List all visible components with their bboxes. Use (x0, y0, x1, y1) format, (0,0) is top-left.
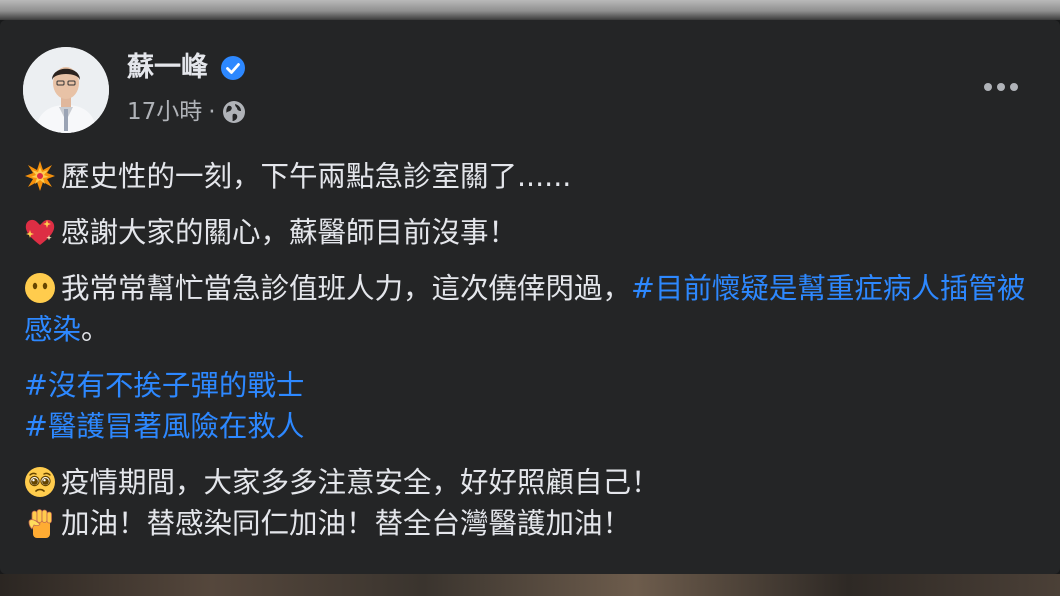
more-options-icon (997, 83, 1005, 91)
hashtag-link[interactable]: #醫護冒著風險在救人 (24, 410, 304, 443)
closing-line-2: 加油！替感染同仁加油！替全台灣醫護加油！ (61, 507, 632, 540)
author-name[interactable]: 蘇一峰 (127, 50, 208, 86)
post-timestamp[interactable]: 17小時 (127, 96, 202, 128)
paragraph-3-text: 我常常幫忙當急診值班人力，這次僥倖閃過， (61, 272, 632, 305)
more-options-button[interactable] (978, 72, 1024, 102)
verified-badge-icon (220, 55, 246, 81)
post-body: 歷史性的一刻，下午兩點急診室關了...... 感謝大家的關心，蘇醫師目前沒事！ (24, 156, 1044, 559)
background-photo-bottom (0, 574, 1060, 596)
hashtag-block: #沒有不挨子彈的戰士 #醫護冒著風險在救人 (24, 365, 1044, 447)
sparkling-heart-emoji (24, 216, 56, 248)
paragraph-1-text: 歷史性的一刻，下午兩點急診室關了...... (61, 160, 572, 193)
pleading-face-emoji (24, 466, 56, 498)
avatar[interactable] (23, 47, 109, 133)
no-mouth-face-emoji (24, 272, 56, 304)
author-row: 蘇一峰 (127, 50, 246, 86)
globe-icon[interactable] (222, 100, 246, 124)
background-photo-top (0, 0, 1060, 20)
post-meta: 17小時 · (127, 96, 246, 128)
more-options-icon (1010, 83, 1018, 91)
closing-block: 疫情期間，大家多多注意安全，好好照顧自己！ 加油！替感染同仁加油！替全台灣醫護加… (24, 462, 1044, 544)
post-card: 蘇一峰 17小時 · 歷史性的一刻，下午兩點急診室關了...... 感謝大家的關… (0, 20, 1060, 574)
collision-emoji (24, 160, 56, 192)
closing-line-1: 疫情期間，大家多多注意安全，好好照顧自己！ (61, 466, 660, 499)
paragraph-3-suffix: 。 (81, 313, 110, 346)
post-paragraph: 歷史性的一刻，下午兩點急診室關了...... (24, 156, 1044, 197)
more-options-icon (984, 83, 992, 91)
hashtag-link[interactable]: #沒有不挨子彈的戰士 (24, 369, 304, 402)
paragraph-2-text: 感謝大家的關心，蘇醫師目前沒事！ (61, 216, 518, 249)
raised-fist-emoji (24, 507, 56, 539)
meta-separator: · (208, 99, 216, 125)
post-paragraph: 我常常幫忙當急診值班人力，這次僥倖閃過，#目前懷疑是幫重症病人插管被感染。 (24, 268, 1044, 350)
post-paragraph: 感謝大家的關心，蘇醫師目前沒事！ (24, 212, 1044, 253)
